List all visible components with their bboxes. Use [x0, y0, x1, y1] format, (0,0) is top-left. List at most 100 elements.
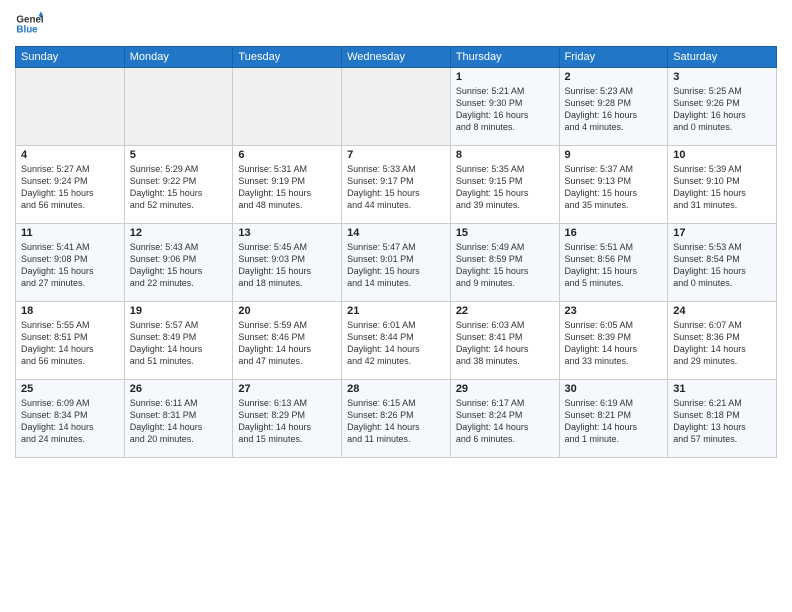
calendar-day-cell: 4Sunrise: 5:27 AMSunset: 9:24 PMDaylight… — [16, 146, 125, 224]
calendar-day-cell: 17 Sunrise: 5:53 AMSunset: 8:54 PMDayligh… — [668, 224, 777, 302]
day-info: Sunrise: 5:51 AMSunset: 8:56 PMDaylight:… — [565, 241, 663, 290]
day-number: 27 — [238, 383, 336, 395]
calendar-day-cell: 23 Sunrise: 6:05 AMSunset: 8:39 PMDayligh… — [559, 302, 668, 380]
day-info: Sunrise: 6:07 AMSunset: 8:36 PMDaylight:… — [673, 319, 771, 368]
day-number: 28 — [347, 383, 445, 395]
calendar-week-row: 25 Sunrise: 6:09 AMSunset: 8:34 PMDayligh… — [16, 380, 777, 458]
calendar-day-cell: 27 Sunrise: 6:13 AMSunset: 8:29 PMDayligh… — [233, 380, 342, 458]
day-info: Sunrise: 6:03 AMSunset: 8:41 PMDaylight:… — [456, 319, 554, 368]
calendar-week-row: 11 Sunrise: 5:41 AMSunset: 9:08 PMDayligh… — [16, 224, 777, 302]
calendar-day-cell: 9 Sunrise: 5:37 AMSunset: 9:13 PMDaylight… — [559, 146, 668, 224]
weekday-header: Monday — [124, 47, 233, 68]
page: General Blue SundayMondayTuesdayWednesda… — [0, 0, 792, 612]
calendar-day-cell: 7 Sunrise: 5:33 AMSunset: 9:17 PMDaylight… — [342, 146, 451, 224]
day-info: Sunrise: 5:59 AMSunset: 8:46 PMDaylight:… — [238, 319, 336, 368]
day-number: 6 — [238, 149, 336, 161]
day-info: Sunrise: 5:39 AMSunset: 9:10 PMDaylight:… — [673, 163, 771, 212]
calendar-day-cell: 5 Sunrise: 5:29 AMSunset: 9:22 PMDaylight… — [124, 146, 233, 224]
day-info: Sunrise: 5:33 AMSunset: 9:17 PMDaylight:… — [347, 163, 445, 212]
calendar-day-cell: 18 Sunrise: 5:55 AMSunset: 8:51 PMDayligh… — [16, 302, 125, 380]
day-info: Sunrise: 5:55 AMSunset: 8:51 PMDaylight:… — [21, 319, 119, 368]
calendar-week-row: 1 Sunrise: 5:21 AMSunset: 9:30 PMDaylight… — [16, 68, 777, 146]
day-info: Sunrise: 5:29 AMSunset: 9:22 PMDaylight:… — [130, 163, 228, 212]
calendar-day-cell: 26 Sunrise: 6:11 AMSunset: 8:31 PMDayligh… — [124, 380, 233, 458]
weekday-header: Sunday — [16, 47, 125, 68]
day-info: Sunrise: 6:01 AMSunset: 8:44 PMDaylight:… — [347, 319, 445, 368]
calendar-day-cell — [124, 68, 233, 146]
day-info: Sunrise: 6:13 AMSunset: 8:29 PMDaylight:… — [238, 397, 336, 446]
day-info: Sunrise: 5:35 AMSunset: 9:15 PMDaylight:… — [456, 163, 554, 212]
day-info: Sunrise: 6:15 AMSunset: 8:26 PMDaylight:… — [347, 397, 445, 446]
day-number: 23 — [565, 305, 663, 317]
day-number: 1 — [456, 71, 554, 83]
day-number: 17 — [673, 227, 771, 239]
day-number: 4 — [21, 149, 119, 161]
day-number: 25 — [21, 383, 119, 395]
day-number: 21 — [347, 305, 445, 317]
day-info: Sunrise: 6:05 AMSunset: 8:39 PMDaylight:… — [565, 319, 663, 368]
day-number: 15 — [456, 227, 554, 239]
day-info: Sunrise: 5:23 AMSunset: 9:28 PMDaylight:… — [565, 85, 663, 134]
day-number: 14 — [347, 227, 445, 239]
calendar-day-cell: 30 Sunrise: 6:19 AMSunset: 8:21 PMDayligh… — [559, 380, 668, 458]
day-number: 22 — [456, 305, 554, 317]
calendar-day-cell: 29 Sunrise: 6:17 AMSunset: 8:24 PMDayligh… — [450, 380, 559, 458]
day-number: 31 — [673, 383, 771, 395]
day-info: Sunrise: 6:11 AMSunset: 8:31 PMDaylight:… — [130, 397, 228, 446]
day-info: Sunrise: 6:21 AMSunset: 8:18 PMDaylight:… — [673, 397, 771, 446]
day-number: 3 — [673, 71, 771, 83]
header: General Blue — [15, 10, 777, 38]
calendar-day-cell: 1 Sunrise: 5:21 AMSunset: 9:30 PMDaylight… — [450, 68, 559, 146]
calendar-day-cell: 6 Sunrise: 5:31 AMSunset: 9:19 PMDaylight… — [233, 146, 342, 224]
day-info: Sunrise: 5:31 AMSunset: 9:19 PMDaylight:… — [238, 163, 336, 212]
calendar-day-cell: 22 Sunrise: 6:03 AMSunset: 8:41 PMDayligh… — [450, 302, 559, 380]
day-number: 8 — [456, 149, 554, 161]
day-info: Sunrise: 5:43 AMSunset: 9:06 PMDaylight:… — [130, 241, 228, 290]
day-number: 2 — [565, 71, 663, 83]
weekday-header: Saturday — [668, 47, 777, 68]
calendar-week-row: 18 Sunrise: 5:55 AMSunset: 8:51 PMDayligh… — [16, 302, 777, 380]
day-number: 7 — [347, 149, 445, 161]
calendar-day-cell: 16Sunrise: 5:51 AMSunset: 8:56 PMDayligh… — [559, 224, 668, 302]
day-number: 5 — [130, 149, 228, 161]
calendar-day-cell: 31 Sunrise: 6:21 AMSunset: 8:18 PMDayligh… — [668, 380, 777, 458]
day-number: 11 — [21, 227, 119, 239]
day-info: Sunrise: 6:09 AMSunset: 8:34 PMDaylight:… — [21, 397, 119, 446]
calendar-day-cell — [233, 68, 342, 146]
calendar-day-cell: 11 Sunrise: 5:41 AMSunset: 9:08 PMDayligh… — [16, 224, 125, 302]
day-number: 29 — [456, 383, 554, 395]
day-info: Sunrise: 5:25 AMSunset: 9:26 PMDaylight:… — [673, 85, 771, 134]
day-info: Sunrise: 5:37 AMSunset: 9:13 PMDaylight:… — [565, 163, 663, 212]
day-info: Sunrise: 5:57 AMSunset: 8:49 PMDaylight:… — [130, 319, 228, 368]
calendar-day-cell: 21 Sunrise: 6:01 AMSunset: 8:44 PMDayligh… — [342, 302, 451, 380]
calendar-day-cell — [342, 68, 451, 146]
calendar-day-cell: 14 Sunrise: 5:47 AMSunset: 9:01 PMDayligh… — [342, 224, 451, 302]
calendar-week-row: 4Sunrise: 5:27 AMSunset: 9:24 PMDaylight… — [16, 146, 777, 224]
day-info: Sunrise: 6:19 AMSunset: 8:21 PMDaylight:… — [565, 397, 663, 446]
day-number: 12 — [130, 227, 228, 239]
day-number: 30 — [565, 383, 663, 395]
day-info: Sunrise: 5:21 AMSunset: 9:30 PMDaylight:… — [456, 85, 554, 134]
day-number: 9 — [565, 149, 663, 161]
day-info: Sunrise: 5:45 AMSunset: 9:03 PMDaylight:… — [238, 241, 336, 290]
day-number: 26 — [130, 383, 228, 395]
calendar-day-cell: 8 Sunrise: 5:35 AMSunset: 9:15 PMDaylight… — [450, 146, 559, 224]
day-info: Sunrise: 5:47 AMSunset: 9:01 PMDaylight:… — [347, 241, 445, 290]
day-info: Sunrise: 5:53 AMSunset: 8:54 PMDaylight:… — [673, 241, 771, 290]
day-number: 20 — [238, 305, 336, 317]
calendar-day-cell: 20 Sunrise: 5:59 AMSunset: 8:46 PMDayligh… — [233, 302, 342, 380]
calendar-day-cell: 10Sunrise: 5:39 AMSunset: 9:10 PMDayligh… — [668, 146, 777, 224]
calendar-day-cell: 24Sunrise: 6:07 AMSunset: 8:36 PMDayligh… — [668, 302, 777, 380]
calendar-day-cell — [16, 68, 125, 146]
day-number: 18 — [21, 305, 119, 317]
calendar-day-cell: 25 Sunrise: 6:09 AMSunset: 8:34 PMDayligh… — [16, 380, 125, 458]
svg-text:Blue: Blue — [16, 24, 38, 35]
day-info: Sunrise: 5:41 AMSunset: 9:08 PMDaylight:… — [21, 241, 119, 290]
logo-icon: General Blue — [15, 10, 43, 38]
calendar-day-cell: 13Sunrise: 5:45 AMSunset: 9:03 PMDayligh… — [233, 224, 342, 302]
day-info: Sunrise: 6:17 AMSunset: 8:24 PMDaylight:… — [456, 397, 554, 446]
calendar-day-cell: 15 Sunrise: 5:49 AMSunset: 8:59 PMDayligh… — [450, 224, 559, 302]
day-info: Sunrise: 5:49 AMSunset: 8:59 PMDaylight:… — [456, 241, 554, 290]
calendar-day-cell: 12 Sunrise: 5:43 AMSunset: 9:06 PMDayligh… — [124, 224, 233, 302]
weekday-header: Tuesday — [233, 47, 342, 68]
